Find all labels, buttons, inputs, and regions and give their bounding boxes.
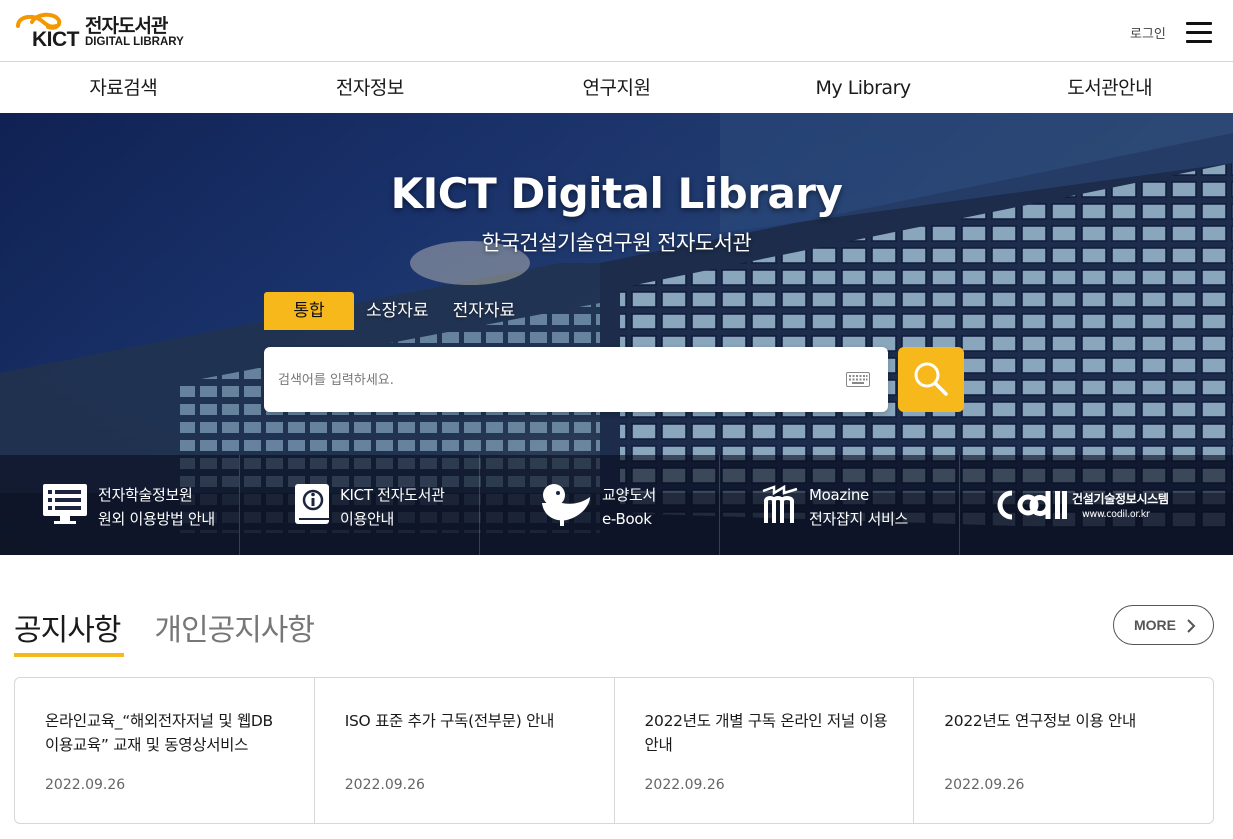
quick-link-moazine[interactable]: Moazine 전자잡지 서비스 [720, 455, 960, 555]
quick-link-ebook[interactable]: 교양도서 e-Book [480, 455, 720, 555]
notice-card[interactable]: ISO 표준 추가 구독(전부문) 안내 2022.09.26 [315, 678, 615, 823]
magnifier-icon [914, 362, 948, 396]
notice-card[interactable]: 2022년도 연구정보 이용 안내 2022.09.26 [914, 678, 1213, 823]
nav-item-library-guide[interactable]: 도서관안내 [986, 63, 1233, 113]
bird-icon [542, 484, 590, 526]
monitor-list-icon [43, 484, 87, 524]
tab-holdings[interactable]: 소장자료 [354, 292, 441, 330]
more-button-label: MORE [1134, 617, 1176, 633]
search-button[interactable] [898, 347, 964, 412]
logo-kict-text: KICT [32, 28, 80, 51]
nav-item-research-support[interactable]: 연구지원 [493, 63, 740, 113]
quick-link-codil[interactable]: cdil 건설기술정보시스템 www.codil.or.kr [960, 455, 1233, 555]
logo-korean-text: 전자도서관 [85, 15, 168, 37]
tab-integrated[interactable]: 통합 [264, 292, 354, 330]
hero-title: KICT Digital Library [390, 169, 843, 218]
notice-card[interactable]: 온라인교육_“해외전자저널 및 웹DB 이용교육” 교재 및 동영상서비스 20… [15, 678, 315, 823]
nav-item-e-info[interactable]: 전자정보 [247, 63, 494, 113]
search-input[interactable] [278, 361, 838, 399]
quick-link-line1: KICT 전자도서관 [340, 486, 445, 504]
search-scope-tabs: 통합 소장자료 전자자료 [264, 292, 527, 330]
tab-notices[interactable]: 공지사항 [14, 605, 125, 657]
quick-link-line1: 전자학술정보원 [98, 486, 193, 504]
tab-personal-notices[interactable]: 개인공지사항 [154, 605, 315, 657]
more-button[interactable]: MORE [1113, 605, 1214, 645]
login-link[interactable]: 로그인 [1130, 23, 1166, 42]
codil-brand: cdil [960, 455, 961, 456]
quick-link-line2: 전자잡지 서비스 [809, 510, 908, 528]
notice-date: 2022.09.26 [644, 777, 725, 793]
quick-link-line2: 이용안내 [340, 510, 395, 528]
notice-title: 2022년도 연구정보 이용 안내 [944, 712, 1136, 730]
quick-link-line2: 원외 이용방법 안내 [98, 510, 215, 528]
quick-link-library-guide[interactable]: KICT 전자도서관 이용안내 [240, 455, 480, 555]
tab-e-resources[interactable]: 전자자료 [441, 292, 528, 330]
notice-list: 온라인교육_“해외전자저널 및 웹DB 이용교육” 교재 및 동영상서비스 20… [14, 677, 1214, 824]
notice-tabs: 공지사항 개인공지사항 [14, 605, 348, 657]
notice-title: 2022년도 개별 구독 온라인 저널 이용 안내 [644, 712, 888, 754]
notice-card[interactable]: 2022년도 개별 구독 온라인 저널 이용 안내 2022.09.26 [615, 678, 915, 823]
quick-link-line2: www.codil.or.kr [1082, 509, 1150, 520]
quick-link-line1: 건설기술정보시스템 [1072, 492, 1169, 506]
main-nav: 자료검색 전자정보 연구지원 My Library 도서관안내 [0, 63, 1233, 113]
keyboard-icon[interactable] [846, 372, 870, 387]
nav-item-my-library[interactable]: My Library [740, 63, 987, 113]
notice-date: 2022.09.26 [344, 777, 425, 793]
quick-link-remote-access[interactable]: 전자학술정보원 원외 이용방법 안내 [0, 455, 240, 555]
quick-link-line1: 교양도서 [602, 486, 657, 504]
chevron-right-icon [1187, 619, 1196, 633]
logo-english-text: DIGITAL LIBRARY [85, 36, 184, 48]
search-box [264, 347, 888, 412]
codil-logo-icon [997, 490, 1067, 520]
info-book-icon [295, 484, 329, 524]
site-header: KICT 전자도서관 DIGITAL LIBRARY 로그인 [0, 0, 1233, 62]
hero-banner: KICT Digital Library 한국건설기술연구원 전자도서관 통합 … [0, 113, 1233, 555]
quick-link-line1: Moazine [809, 486, 869, 504]
quick-links-bar: 전자학술정보원 원외 이용방법 안내 KICT 전자도서관 이용안내 교양도서 … [0, 455, 1233, 555]
moazine-icon [762, 485, 798, 523]
menu-hamburger-icon[interactable] [1186, 22, 1212, 44]
quick-link-line2: e-Book [602, 510, 652, 528]
nav-item-search[interactable]: 자료검색 [0, 63, 247, 113]
notice-title: ISO 표준 추가 구독(전부문) 안내 [344, 712, 555, 730]
notice-date: 2022.09.26 [944, 777, 1025, 793]
notice-date: 2022.09.26 [45, 777, 126, 793]
hero-subtitle: 한국건설기술연구원 전자도서관 [481, 231, 752, 255]
notice-title: 온라인교육_“해외전자저널 및 웹DB 이용교육” 교재 및 동영상서비스 [45, 712, 273, 754]
site-logo[interactable]: KICT 전자도서관 DIGITAL LIBRARY [14, 10, 214, 52]
